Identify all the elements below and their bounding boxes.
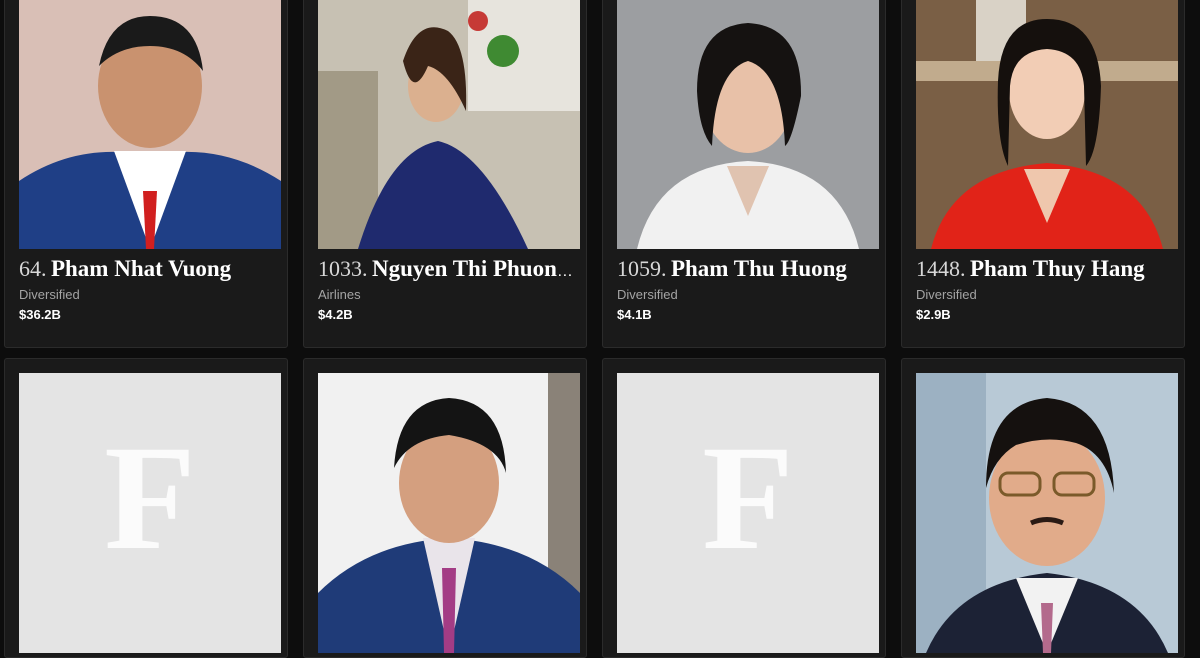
person-name[interactable]: Pham Thu Huong	[671, 256, 847, 281]
forbes-f-logo: F	[104, 415, 196, 581]
profile-card-placeholder-1[interactable]: F	[4, 358, 288, 658]
net-worth: $36.2B	[19, 307, 61, 322]
profile-photo[interactable]	[19, 0, 281, 249]
person-name[interactable]: Pham Nhat Vuong	[51, 256, 231, 281]
industry-label: Diversified	[916, 287, 977, 302]
profile-photo[interactable]	[916, 0, 1178, 249]
person-name[interactable]: Nguyen Thi Phuong Thao	[372, 256, 580, 281]
person-title[interactable]: 1059. Pham Thu Huong	[617, 255, 879, 286]
rank: 1448.	[916, 256, 966, 281]
forbes-f-logo: F	[702, 415, 794, 581]
person-name[interactable]: Pham Thuy Hang	[970, 256, 1145, 281]
net-worth: $4.2B	[318, 307, 353, 322]
profile-card-man-glasses[interactable]	[901, 358, 1185, 658]
person-title[interactable]: 64. Pham Nhat Vuong	[19, 255, 281, 286]
profile-photo[interactable]	[617, 0, 879, 249]
placeholder-photo[interactable]: F	[617, 373, 879, 653]
profile-card-vuong[interactable]: 64. Pham Nhat Vuong Diversified $36.2B	[4, 0, 288, 348]
profile-photo[interactable]	[318, 373, 580, 653]
profile-card-huong[interactable]: 1059. Pham Thu Huong Diversified $4.1B	[602, 0, 886, 348]
industry-label: Diversified	[19, 287, 80, 302]
profile-photo[interactable]	[318, 0, 580, 249]
rank: 64.	[19, 256, 47, 281]
profile-card-hang[interactable]: 1448. Pham Thuy Hang Diversified $2.9B	[901, 0, 1185, 348]
net-worth: $2.9B	[916, 307, 951, 322]
person-title[interactable]: 1448. Pham Thuy Hang	[916, 255, 1178, 286]
rank: 1059.	[617, 256, 667, 281]
profile-card-man-pink-tie[interactable]	[303, 358, 587, 658]
industry-label: Airlines	[318, 287, 361, 302]
profile-photo[interactable]	[916, 373, 1178, 653]
rank: 1033.	[318, 256, 368, 281]
profile-card-thao[interactable]: 1033. Nguyen Thi Phuong Thao Airlines $4…	[303, 0, 587, 348]
person-title[interactable]: 1033. Nguyen Thi Phuong Thao	[318, 255, 580, 286]
industry-label: Diversified	[617, 287, 678, 302]
net-worth: $4.1B	[617, 307, 652, 322]
profile-card-placeholder-2[interactable]: F	[602, 358, 886, 658]
placeholder-photo[interactable]: F	[19, 373, 281, 653]
